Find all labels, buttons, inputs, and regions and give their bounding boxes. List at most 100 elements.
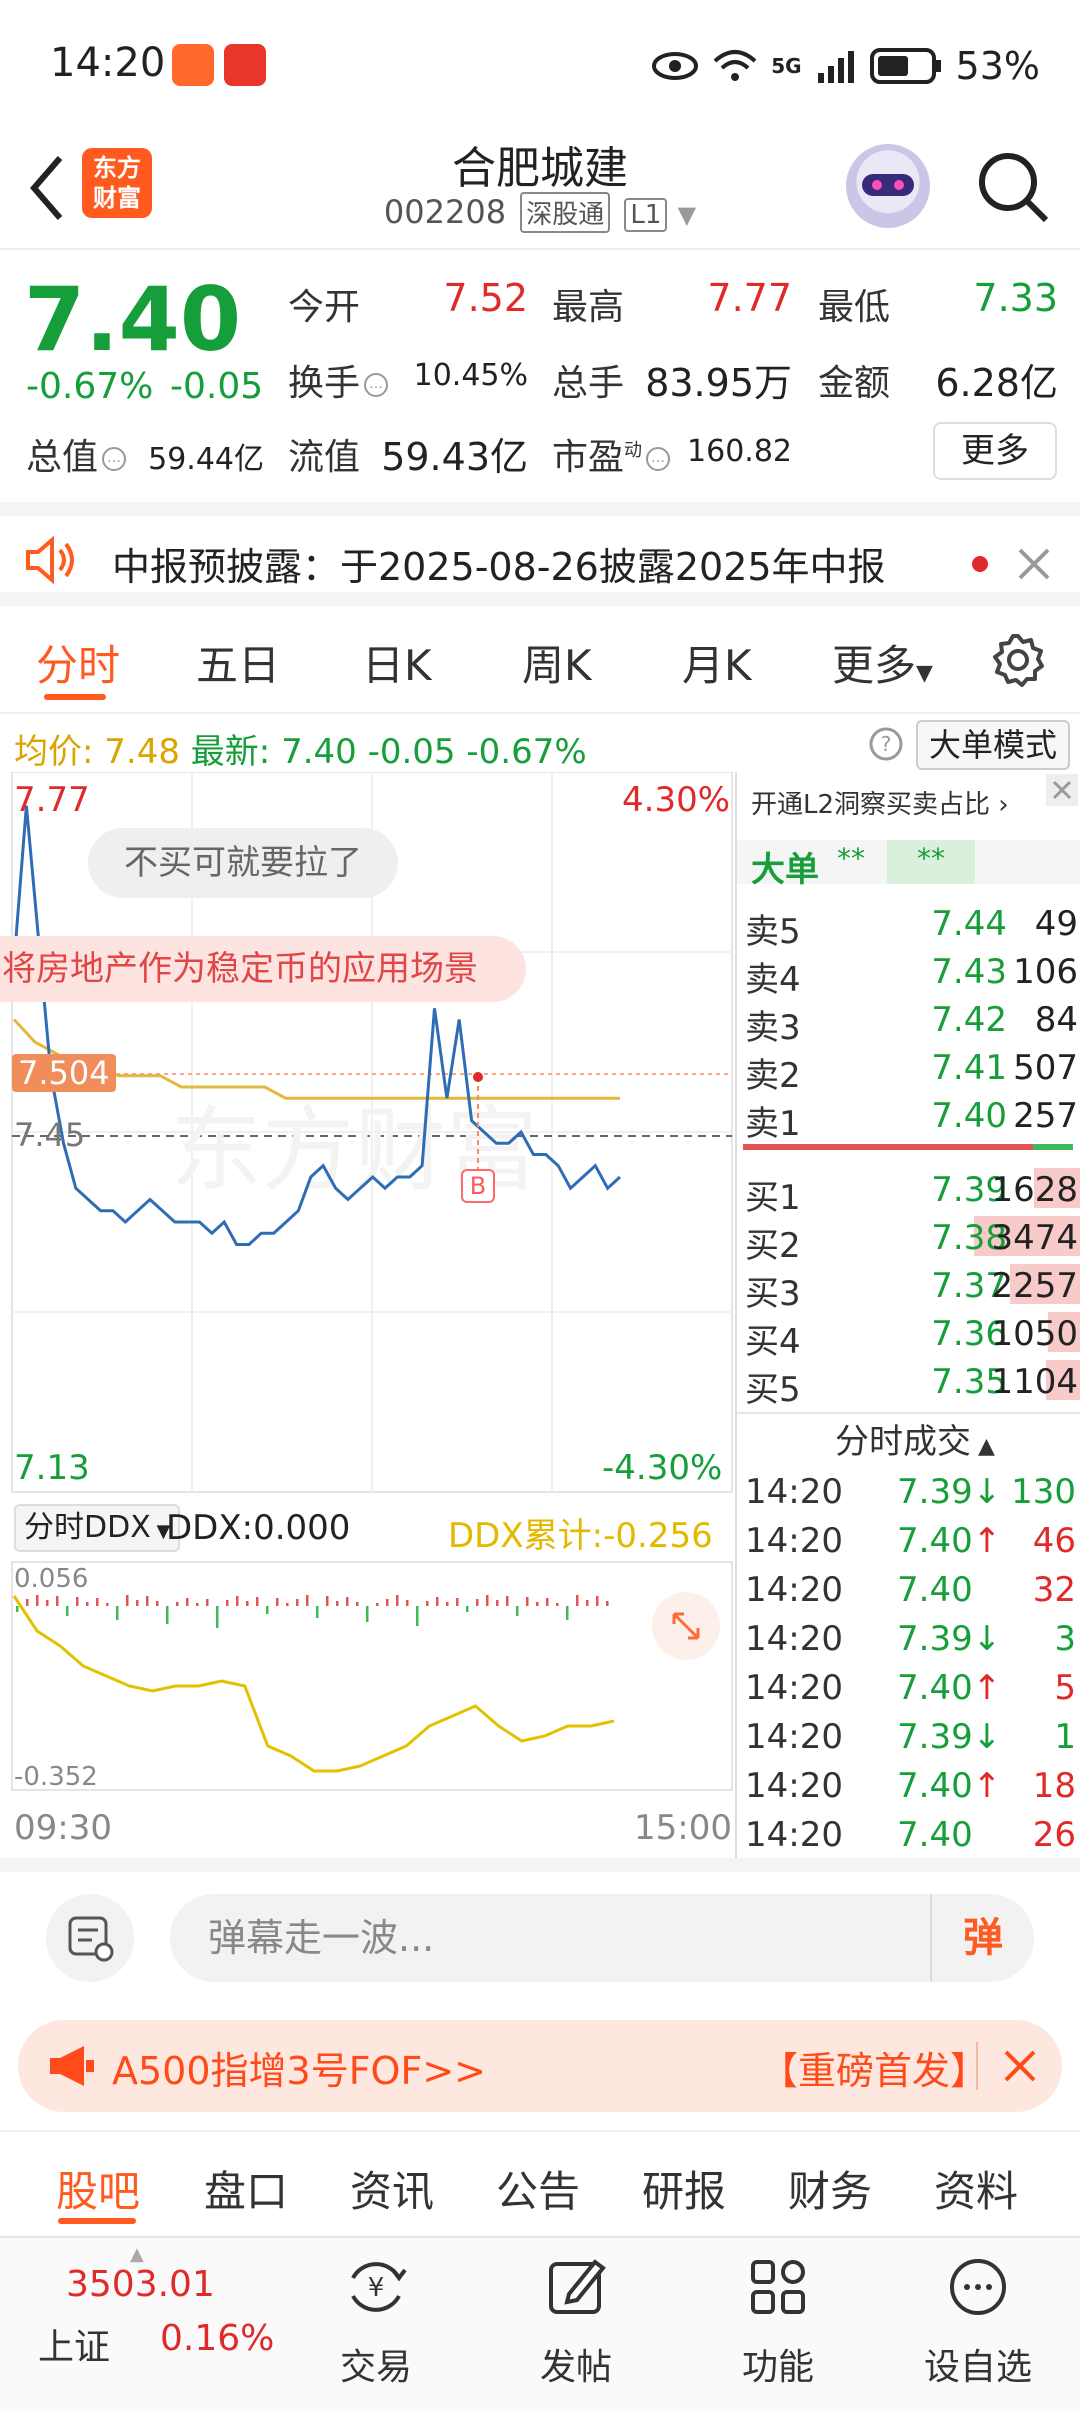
bid-row[interactable]: 买1 7.39 1628: [737, 1164, 1080, 1218]
ddx-bar: [476, 1599, 479, 1606]
ddx-bar: [206, 1599, 209, 1606]
chevron-down-icon: ▼: [916, 661, 933, 686]
bid-row[interactable]: 买3 7.37 2257: [737, 1260, 1080, 1314]
bid-volume: 2257: [991, 1266, 1078, 1306]
tick-time: 14:20: [745, 1521, 843, 1561]
intraday-chart[interactable]: 东方财富 B 7.77 4.30% 7.13 -4.30% 7.504 7.45…: [0, 771, 735, 1858]
stock-header: 东方 财富 合肥城建 002208 深股通 L1 ▼: [0, 130, 1080, 248]
tab-forum[interactable]: 股吧: [56, 2158, 140, 2219]
tick-row: 14:20 7.40↑ 18: [737, 1760, 1080, 1810]
l2-promo-link[interactable]: 开通L2洞察买卖占比 ›: [751, 784, 1009, 821]
tab-intraday[interactable]: 分时: [36, 632, 120, 693]
close-icon[interactable]: [1046, 774, 1078, 806]
notice-text: 中报预披露：于2025-08-26披露2025年中报: [112, 545, 886, 589]
avg-value: 7.48: [104, 732, 180, 772]
open-value: 7.52: [443, 276, 528, 320]
danmu-input[interactable]: 弹幕走一波... 弹: [170, 1894, 1034, 1982]
ddx-bar: [106, 1603, 109, 1606]
tab-research[interactable]: 研报: [642, 2158, 726, 2219]
bid-row[interactable]: 买2 7.38 3474: [737, 1212, 1080, 1266]
megaphone-icon: [50, 2046, 94, 2086]
ddx-bar: [486, 1595, 489, 1606]
tab-monthly-k[interactable]: 月K: [682, 632, 752, 693]
latest-change: -0.05: [367, 732, 456, 772]
float-label: 流值: [288, 437, 361, 478]
bid-volume: 1104: [991, 1362, 1078, 1402]
promo-tag: 【重磅首发】: [760, 2049, 989, 2093]
tab-five-day[interactable]: 五日: [196, 632, 280, 693]
ddx-bar: [606, 1601, 609, 1606]
mktcap-label[interactable]: 总值…: [26, 428, 127, 480]
big-order-mode-button[interactable]: 大单模式: [916, 720, 1070, 770]
danmu-bubble-highlight[interactable]: 将房地产作为稳定币的应用场景: [0, 936, 526, 1002]
ddx-bar: [466, 1606, 469, 1612]
notice-bar[interactable]: 中报预披露：于2025-08-26披露2025年中报: [0, 502, 1080, 606]
volume-label: 总手: [552, 363, 625, 404]
ddx-select-label: 分时DDX: [24, 1510, 151, 1545]
ai-assistant-icon[interactable]: [846, 144, 930, 228]
ddx-select[interactable]: 分时DDX ▼: [14, 1504, 181, 1552]
big-order-row: 大单 ** **: [737, 840, 1080, 890]
ddx-bar: [456, 1598, 459, 1606]
index-ticker[interactable]: ▲ 3503.01 上证 0.16%: [0, 2238, 290, 2412]
ddx-bar: [566, 1606, 569, 1620]
turnover-value: 10.45%: [413, 358, 528, 393]
ask-row[interactable]: 卖3 7.42 84: [737, 994, 1080, 1048]
ask-row[interactable]: 卖1 7.40 257: [737, 1090, 1080, 1144]
bid-row[interactable]: 买4 7.36 1050: [737, 1308, 1080, 1362]
ddx-bar: [96, 1598, 99, 1606]
big-order-label: 大单: [751, 850, 819, 890]
ask-price: 7.44: [931, 904, 1007, 944]
low-label: 最低: [818, 287, 891, 328]
bid-row[interactable]: 买5 7.35 1104: [737, 1356, 1080, 1410]
ddx-bar: [296, 1599, 299, 1606]
pe-label[interactable]: 市盈动…: [552, 428, 671, 480]
tab-more-label: 更多: [832, 641, 917, 690]
danmu-send-button[interactable]: 弹: [930, 1894, 1034, 1982]
speaker-icon: [26, 536, 74, 584]
nav-trade[interactable]: ¥ 交易: [306, 2252, 446, 2402]
tick-direction: ↓: [972, 1472, 1002, 1512]
tab-profile[interactable]: 资料: [934, 2158, 1018, 2219]
ask-volume: 106: [1013, 952, 1078, 992]
close-icon[interactable]: [1002, 2048, 1038, 2084]
ask-row[interactable]: 卖5 7.44 49: [737, 898, 1080, 952]
nav-watchlist[interactable]: 设自选: [908, 2252, 1048, 2402]
ask-volume: 257: [1013, 1096, 1078, 1136]
tab-daily-k[interactable]: 日K: [362, 632, 432, 693]
wifi-icon: [713, 50, 757, 81]
tab-announcements[interactable]: 公告: [496, 2158, 580, 2219]
promo-banner[interactable]: A500指增3号FOF>> 【重磅首发】: [18, 2020, 1062, 2112]
turnover-label[interactable]: 换手…: [288, 354, 389, 406]
nav-post[interactable]: 发帖: [506, 2252, 646, 2402]
ddx-bar: [286, 1603, 289, 1606]
help-icon[interactable]: ?: [868, 726, 904, 762]
more-button[interactable]: 更多: [933, 422, 1057, 480]
tab-more[interactable]: 更多▼: [832, 632, 933, 693]
battery-icon: [869, 48, 941, 84]
ddx-bar: [266, 1606, 269, 1614]
ask-row[interactable]: 卖4 7.43 106: [737, 946, 1080, 1000]
tick-price: 7.40: [897, 1570, 973, 1610]
search-icon[interactable]: [974, 148, 1054, 228]
close-icon[interactable]: [1016, 546, 1052, 582]
gear-icon[interactable]: [990, 632, 1046, 688]
ask-row[interactable]: 卖2 7.41 507: [737, 1042, 1080, 1096]
comment-list-button[interactable]: [46, 1894, 134, 1982]
tab-news[interactable]: 资讯: [350, 2158, 434, 2219]
nav-functions[interactable]: 功能: [708, 2252, 848, 2402]
ticks-header[interactable]: 分时成交 ▲: [835, 1414, 995, 1463]
volume-value: 83.95万: [645, 361, 792, 405]
ddx-bar: [556, 1603, 559, 1606]
expand-button[interactable]: [652, 1592, 720, 1660]
info-icon: …: [102, 447, 127, 471]
content-tabs: 股吧 盘口 资讯 公告 研报 财务 资料: [0, 2130, 1080, 2234]
svg-text:?: ?: [881, 732, 892, 756]
ask-bid-ratio-sell: [743, 1144, 1033, 1150]
tab-handicap[interactable]: 盘口: [204, 2158, 288, 2219]
tab-finance[interactable]: 财务: [788, 2158, 872, 2219]
ddx-bar: [376, 1603, 379, 1606]
tab-weekly-k[interactable]: 周K: [522, 632, 592, 693]
danmu-bubble[interactable]: 不买可就要拉了: [88, 828, 398, 898]
ddx-bar: [26, 1599, 29, 1606]
